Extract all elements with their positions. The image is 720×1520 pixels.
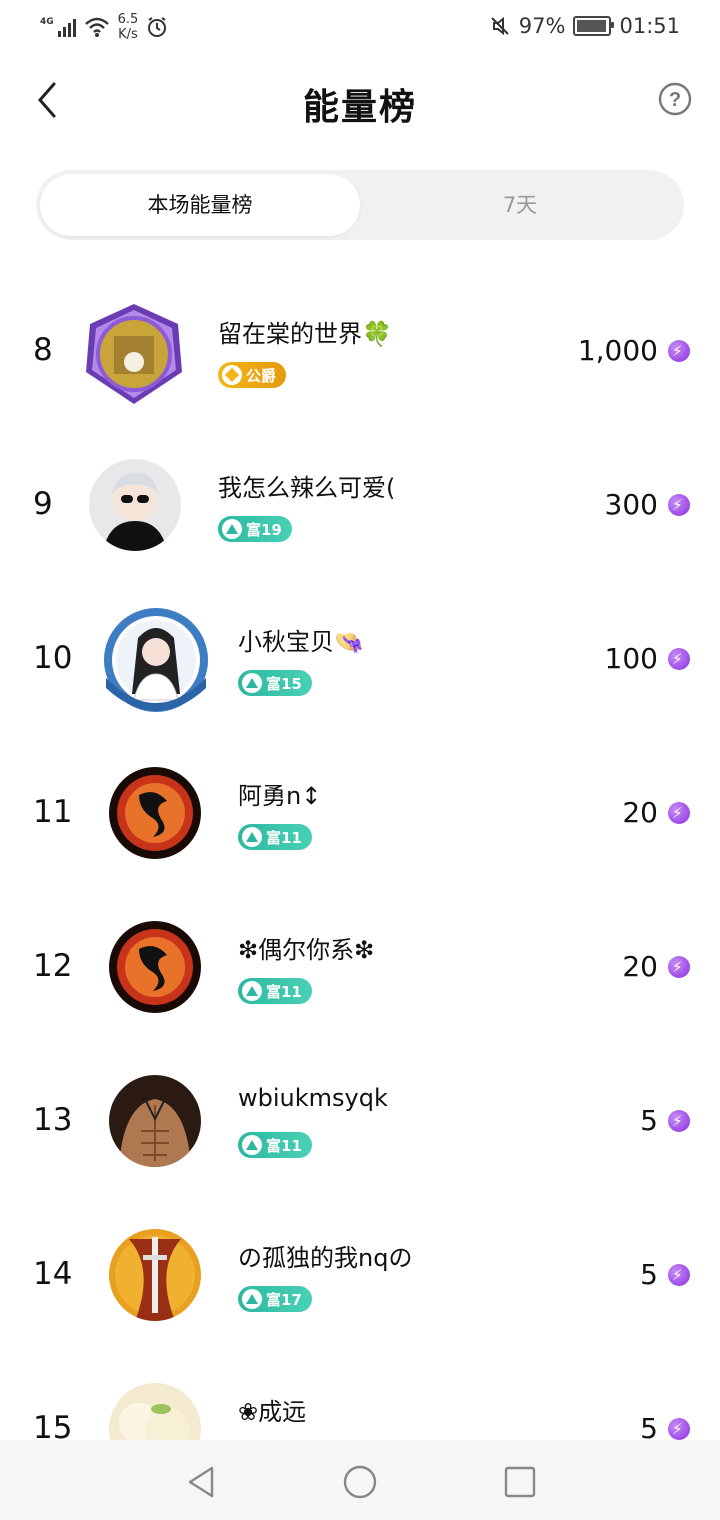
energy-icon	[668, 648, 690, 670]
battery-icon	[573, 16, 615, 36]
network-speed: 6.5 K/s	[117, 12, 139, 42]
rank-number: 12	[33, 948, 73, 984]
list-item[interactable]: 11 阿勇n↕ 富11 20	[0, 736, 720, 890]
wealth-icon	[242, 827, 262, 847]
energy-icon	[668, 956, 690, 978]
wealth-icon	[242, 1289, 262, 1309]
list-item[interactable]: 13 wbiukmsyqk 富11 5	[0, 1044, 720, 1198]
clock: 01:51	[619, 14, 680, 38]
nav-home-icon[interactable]	[340, 1462, 380, 1502]
battery-percent: 97%	[518, 14, 566, 38]
avatar[interactable]	[78, 302, 190, 406]
user-name[interactable]: 小秋宝贝👒	[238, 622, 364, 657]
rank-number: 13	[33, 1102, 73, 1138]
list-item[interactable]: 10 小秋宝贝👒 富15 100	[0, 582, 720, 736]
tab-7-days[interactable]: 7天	[360, 174, 680, 236]
energy-icon	[668, 494, 690, 516]
ranking-list: 8 留在棠的世界🍀 公爵 1,000 9 我怎么	[0, 274, 720, 1440]
rank-number: 15	[33, 1410, 73, 1440]
user-name[interactable]: 留在棠的世界🍀	[218, 314, 392, 349]
energy-icon	[668, 1110, 690, 1132]
wealth-badge: 富19	[218, 516, 292, 542]
tab-current-session[interactable]: 本场能量榜	[40, 174, 360, 236]
wealth-badge: 富11	[238, 1132, 312, 1158]
nav-back-icon[interactable]	[182, 1462, 222, 1502]
avatar[interactable]	[109, 1383, 201, 1440]
user-name[interactable]: 阿勇n↕	[238, 776, 321, 811]
energy-value: 20	[622, 950, 658, 983]
noble-icon	[222, 365, 242, 385]
user-name[interactable]: 我怎么辣么可爱(	[218, 468, 395, 503]
energy-icon	[668, 1264, 690, 1286]
energy-icon	[668, 802, 690, 824]
tab-switcher: 本场能量榜 7天	[36, 170, 684, 240]
user-name[interactable]: wbiukmsyqk	[238, 1084, 388, 1112]
list-item[interactable]: 8 留在棠的世界🍀 公爵 1,000	[0, 274, 720, 428]
avatar[interactable]	[109, 1075, 201, 1167]
mute-icon	[491, 16, 509, 36]
list-item[interactable]: 14 の孤独的我nqの 富17 5	[0, 1198, 720, 1352]
energy-icon	[668, 1418, 690, 1440]
wealth-badge: 富17	[238, 1286, 312, 1312]
wifi-icon	[84, 17, 109, 37]
list-item[interactable]: 12 ❇偶尔你系❇ 富11 20	[0, 890, 720, 1044]
energy-value: 1,000	[577, 334, 658, 367]
energy-value: 300	[604, 488, 658, 521]
user-name[interactable]: ❇偶尔你系❇	[238, 930, 374, 965]
status-bar: 4G 6.5 K/s 97% 01:51	[0, 0, 720, 56]
energy-icon	[668, 340, 690, 362]
avatar[interactable]	[109, 921, 201, 1013]
wealth-icon	[242, 981, 262, 1001]
alarm-icon	[148, 17, 167, 37]
page-title: 能量榜	[302, 87, 417, 128]
header: 能量榜 ?	[0, 60, 720, 144]
rank-number: 8	[33, 332, 53, 368]
rank-number: 11	[33, 794, 73, 830]
energy-value: 100	[604, 642, 658, 675]
avatar[interactable]	[100, 608, 212, 714]
energy-value: 5	[640, 1258, 658, 1291]
system-nav-bar	[0, 1440, 720, 1520]
wealth-icon	[222, 519, 242, 539]
rank-number: 14	[33, 1256, 73, 1292]
status-right: 97% 01:51	[489, 14, 680, 38]
rank-number: 10	[33, 640, 73, 676]
user-name[interactable]: ❀成远	[238, 1392, 306, 1427]
svg-text:?: ?	[669, 89, 681, 111]
avatar[interactable]	[89, 459, 181, 551]
nav-recents-icon[interactable]	[500, 1462, 540, 1502]
noble-badge: 公爵	[218, 362, 287, 388]
wealth-icon	[242, 673, 262, 693]
energy-value: 5	[640, 1104, 658, 1137]
signal-icon: 4G	[40, 17, 76, 37]
wealth-badge: 富11	[238, 824, 312, 850]
help-icon[interactable]: ?	[658, 82, 692, 116]
wealth-badge: 富11	[238, 978, 312, 1004]
avatar[interactable]	[109, 1229, 201, 1321]
list-item[interactable]: 15 ❀成远 5	[0, 1352, 720, 1440]
wealth-icon	[242, 1135, 262, 1155]
rank-number: 9	[33, 486, 53, 522]
energy-value: 20	[622, 796, 658, 829]
avatar[interactable]	[109, 767, 201, 859]
energy-value: 5	[640, 1412, 658, 1440]
user-name[interactable]: の孤独的我nqの	[238, 1238, 412, 1273]
status-left: 4G 6.5 K/s	[40, 12, 168, 42]
network-type: 4G	[40, 17, 54, 27]
list-item[interactable]: 9 我怎么辣么可爱( 富19 300	[0, 428, 720, 582]
wealth-badge: 富15	[238, 670, 312, 696]
